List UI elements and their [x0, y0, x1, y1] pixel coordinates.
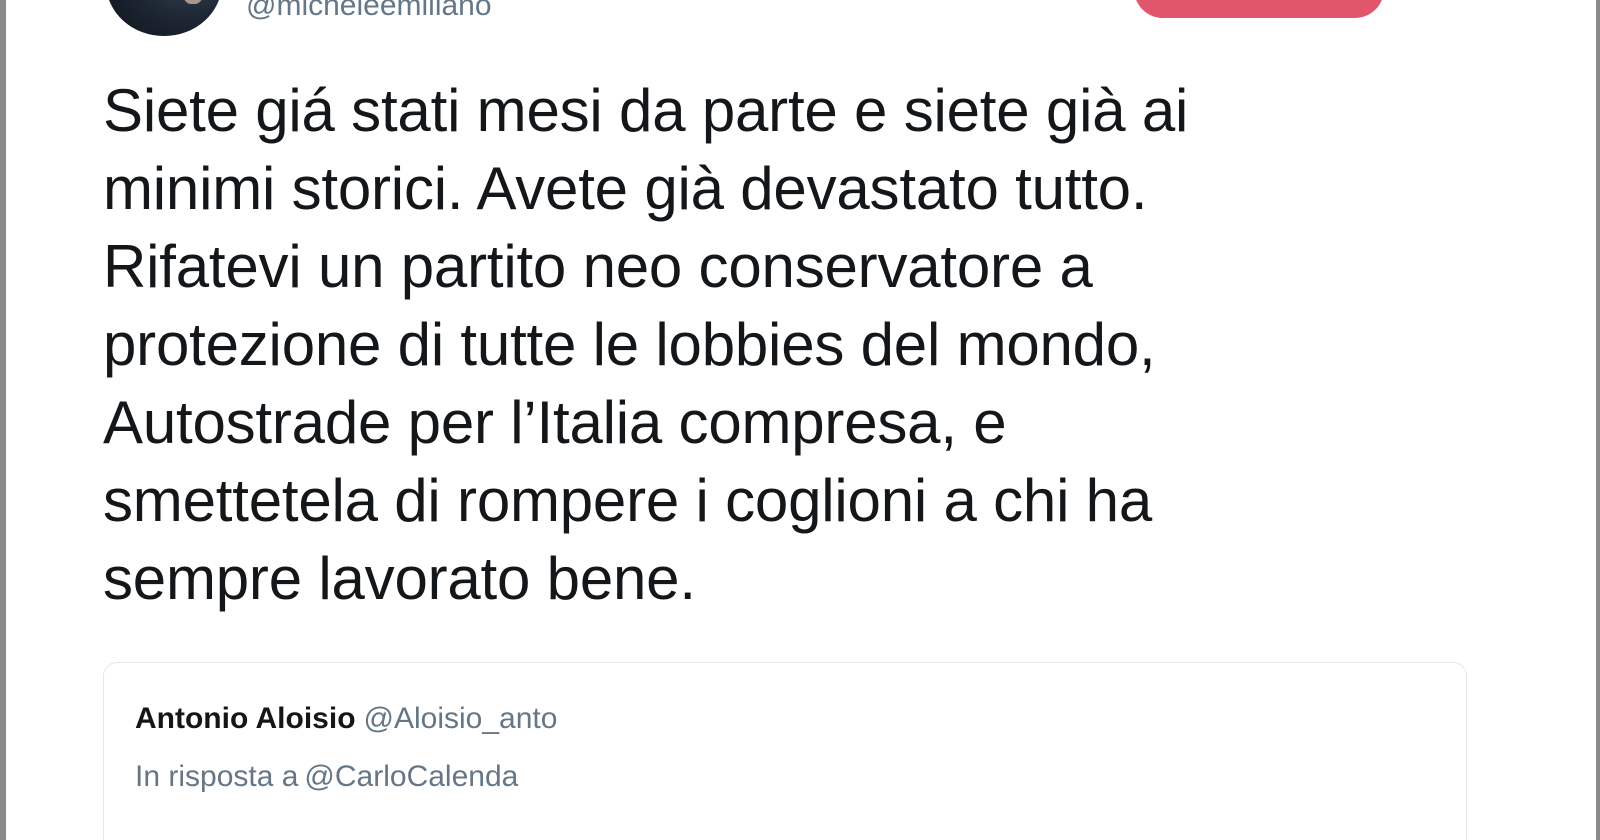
reply-prefix: In risposta a: [135, 760, 299, 793]
author-handle[interactable]: @micheleemiliano: [246, 0, 492, 24]
quoted-tweet-card[interactable]: Antonio Aloisio @Aloisio_anto In risposta…: [103, 662, 1467, 840]
reply-to-handle[interactable]: @CarloCalenda: [304, 760, 518, 793]
tweet-text-line: sempre lavorato bene.: [103, 545, 696, 612]
window-left-border: [0, 0, 6, 840]
quoted-tweet-header: Antonio Aloisio @Aloisio_anto: [135, 701, 557, 737]
tweet-text: Siete giá stati mesi da parte e siete gi…: [103, 72, 1423, 618]
quoted-author-name[interactable]: Antonio Aloisio: [135, 702, 356, 735]
quoted-reply-context: In risposta a @CarloCalenda: [135, 759, 518, 795]
window-right-border: [1596, 0, 1600, 840]
quoted-author-handle[interactable]: @Aloisio_anto: [364, 702, 558, 735]
tweet-text-line: smettetela di rompere i coglioni a chi h…: [103, 467, 1153, 534]
tweet-text-line: minimi storici. Avete già devastato tutt…: [103, 155, 1148, 222]
tweet-text-line: protezione di tutte le lobbies del mondo…: [103, 311, 1156, 378]
author-avatar[interactable]: [106, 0, 222, 36]
follow-button[interactable]: [1134, 0, 1384, 18]
tweet-text-line: Siete giá stati mesi da parte e siete gi…: [103, 77, 1189, 144]
tweet-text-line: Autostrade per l’Italia compresa, e: [103, 389, 1007, 456]
tweet-text-line: Rifatevi un partito neo conservatore a: [103, 233, 1093, 300]
